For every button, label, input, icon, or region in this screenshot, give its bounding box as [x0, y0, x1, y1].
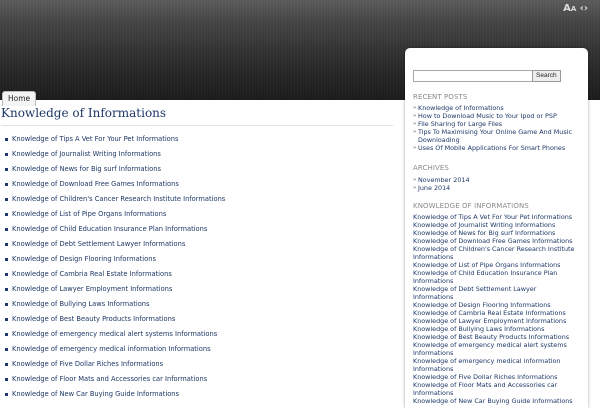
post-link[interactable]: Knowledge of Best Beauty Products Inform… [0, 312, 400, 327]
font-decrease-icon[interactable]: A [571, 5, 576, 13]
main-content: Knowledge of Informations Knowledge of T… [0, 100, 400, 402]
recent-post-link[interactable]: How to Download Music to Your Ipod or PS… [413, 112, 575, 120]
post-list: Knowledge of Tips A Vet For Your Pet Inf… [0, 132, 400, 402]
font-increase-icon[interactable]: A [563, 3, 571, 14]
knowledge-links-list: Knowledge of Tips A Vet For Your Pet Inf… [413, 213, 578, 405]
archive-link[interactable]: June 2014 [413, 184, 575, 192]
archives-list: November 2014 June 2014 [413, 176, 575, 192]
knowledge-link[interactable]: Knowledge of Design Flooring Information… [413, 301, 578, 309]
font-size-arrows-icon[interactable]: ‹› [580, 3, 588, 14]
recent-posts-heading: Recent Posts [413, 93, 468, 101]
post-link[interactable]: Knowledge of Children's Cancer Research … [0, 192, 400, 207]
knowledge-heading: Knowledge of Informations [413, 202, 529, 210]
post-link[interactable]: Knowledge of List of Pipe Organs Informa… [0, 207, 400, 222]
knowledge-link[interactable]: Knowledge of Cambria Real Estate Informa… [413, 309, 578, 317]
knowledge-link[interactable]: Knowledge of New Car Buying Guide Inform… [413, 397, 578, 405]
archives-heading: Archives [413, 164, 449, 172]
recent-post-link[interactable]: Tips To Maximising Your Online Game And … [413, 128, 575, 144]
knowledge-link[interactable]: Knowledge of emergency medical alert sys… [413, 341, 578, 357]
recent-post-link[interactable]: Knowledge of Informations [413, 104, 575, 112]
knowledge-link[interactable]: Knowledge of Bullying Laws Informations [413, 325, 578, 333]
search-button[interactable]: Search [532, 70, 561, 82]
post-link[interactable]: Knowledge of emergency medical alert sys… [0, 327, 400, 342]
archive-link[interactable]: November 2014 [413, 176, 575, 184]
font-size-switcher[interactable]: AA ‹› [563, 3, 588, 14]
recent-post-link[interactable]: File Sharing for Large Files [413, 120, 575, 128]
knowledge-link[interactable]: Knowledge of Five Dollar Riches Informat… [413, 373, 578, 381]
post-link[interactable]: Knowledge of emergency medical informati… [0, 342, 400, 357]
post-link[interactable]: Knowledge of Design Flooring Information… [0, 252, 400, 267]
post-link[interactable]: Knowledge of Debt Settlement Lawyer Info… [0, 237, 400, 252]
knowledge-link[interactable]: Knowledge of Child Education Insurance P… [413, 269, 578, 285]
post-link[interactable]: Knowledge of Bullying Laws Informations [0, 297, 400, 312]
knowledge-link[interactable]: Knowledge of Best Beauty Products Inform… [413, 333, 578, 341]
page-title: Knowledge of Informations [1, 106, 393, 126]
knowledge-link[interactable]: Knowledge of Floor Mats and Accessories … [413, 381, 578, 397]
post-link[interactable]: Knowledge of Download Free Games Informa… [0, 177, 400, 192]
knowledge-link[interactable]: Knowledge of Tips A Vet For Your Pet Inf… [413, 213, 578, 221]
nav-tab-home[interactable]: Home [2, 91, 37, 106]
knowledge-link[interactable]: Knowledge of emergency medical informati… [413, 357, 578, 373]
knowledge-link[interactable]: Knowledge of Debt Settlement Lawyer Info… [413, 285, 578, 301]
knowledge-link[interactable]: Knowledge of Lawyer Employment Informati… [413, 317, 578, 325]
post-link[interactable]: Knowledge of Lawyer Employment Informati… [0, 282, 400, 297]
knowledge-link[interactable]: Knowledge of News for Big surf Informati… [413, 229, 578, 237]
post-link[interactable]: Knowledge of Child Education Insurance P… [0, 222, 400, 237]
knowledge-link[interactable]: Knowledge of Children's Cancer Research … [413, 245, 578, 261]
recent-post-link[interactable]: Uses Of Mobile Applications For Smart Ph… [413, 144, 575, 152]
post-link[interactable]: Knowledge of Floor Mats and Accessories … [0, 372, 400, 387]
knowledge-link[interactable]: Knowledge of Journalist Writing Informat… [413, 221, 578, 229]
post-link[interactable]: Knowledge of Cambria Real Estate Informa… [0, 267, 400, 282]
post-link[interactable]: Knowledge of Tips A Vet For Your Pet Inf… [0, 132, 400, 147]
knowledge-link[interactable]: Knowledge of List of Pipe Organs Informa… [413, 261, 578, 269]
sidebar: Search Recent Posts Knowledge of Informa… [405, 48, 588, 408]
search-input[interactable] [413, 70, 533, 82]
post-link[interactable]: Knowledge of Five Dollar Riches Informat… [0, 357, 400, 372]
main-nav: Home [2, 86, 37, 106]
post-link[interactable]: Knowledge of News for Big surf Informati… [0, 162, 400, 177]
knowledge-link[interactable]: Knowledge of Download Free Games Informa… [413, 237, 578, 245]
post-link[interactable]: Knowledge of Journalist Writing Informat… [0, 147, 400, 162]
recent-posts-list: Knowledge of Informations How to Downloa… [413, 104, 575, 152]
